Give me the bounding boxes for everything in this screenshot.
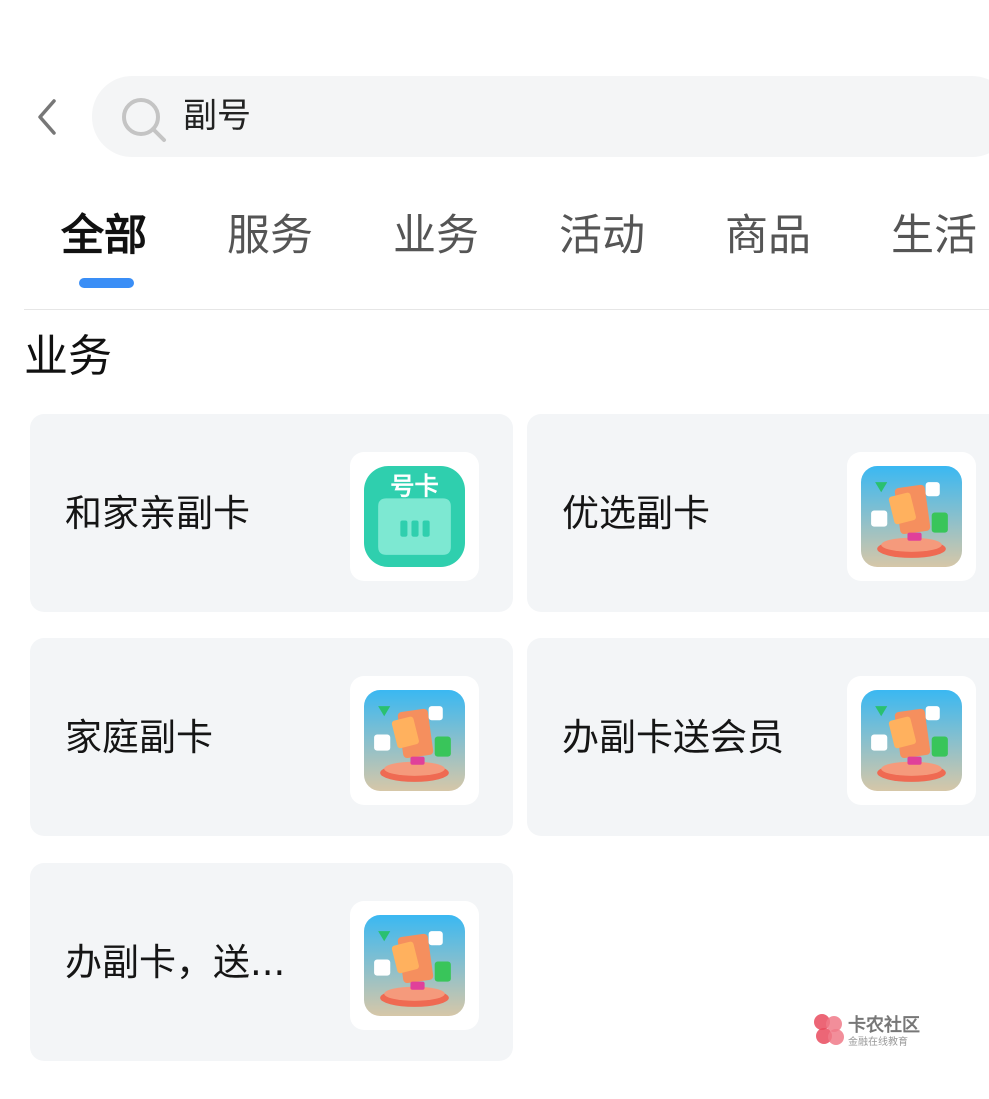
card-icon-container [350,901,479,1030]
tab-business[interactable]: 业务 [393,208,479,264]
card-icon-container [847,676,976,805]
section-title: 业务 [24,331,112,382]
tab-life[interactable]: 生活 [891,208,977,264]
card-label: 家庭副卡 [65,716,213,759]
card-label: 优选副卡 [562,492,710,535]
card-label: 和家亲副卡 [65,492,250,535]
back-button[interactable] [22,92,72,142]
chevron-left-icon [38,99,56,135]
card-icon-container: 号卡 [350,452,479,581]
tab-activities[interactable]: 活动 [559,208,645,264]
member-cards-app-icon [364,915,465,1016]
card-icon-container [350,676,479,805]
watermark-name: 卡农社区 [848,1014,920,1036]
tab-services[interactable]: 服务 [227,208,313,264]
flower-icon [814,1014,844,1045]
card-hejiaqin-sub-card[interactable]: 和家亲副卡 号卡 [30,414,513,612]
search-icon [122,98,166,142]
member-cards-app-icon [861,690,962,791]
divider [24,309,989,310]
card-preferred-sub-card[interactable]: 优选副卡 [527,414,989,612]
watermark-tagline: 金融在线教育 [848,1035,908,1048]
tab-all[interactable]: 全部 [61,208,147,264]
sim-card-app-icon: 号卡 [364,466,465,567]
sim-icon-label: 号卡 [390,471,438,500]
card-sub-card-with-membership[interactable]: 办副卡送会员 [527,638,989,836]
card-sub-card-with-gift[interactable]: 办副卡，送... [30,863,513,1061]
search-input[interactable]: 副号 [183,94,251,138]
member-cards-app-icon [861,466,962,567]
tab-products[interactable]: 商品 [725,208,811,264]
active-tab-indicator [79,278,134,288]
card-label: 办副卡送会员 [562,716,784,759]
card-icon-container [847,452,976,581]
card-label: 办副卡，送... [65,941,286,984]
card-family-sub-card[interactable]: 家庭副卡 [30,638,513,836]
watermark-logo: 卡农社区 金融在线教育 [814,1014,920,1048]
member-cards-app-icon [364,690,465,791]
